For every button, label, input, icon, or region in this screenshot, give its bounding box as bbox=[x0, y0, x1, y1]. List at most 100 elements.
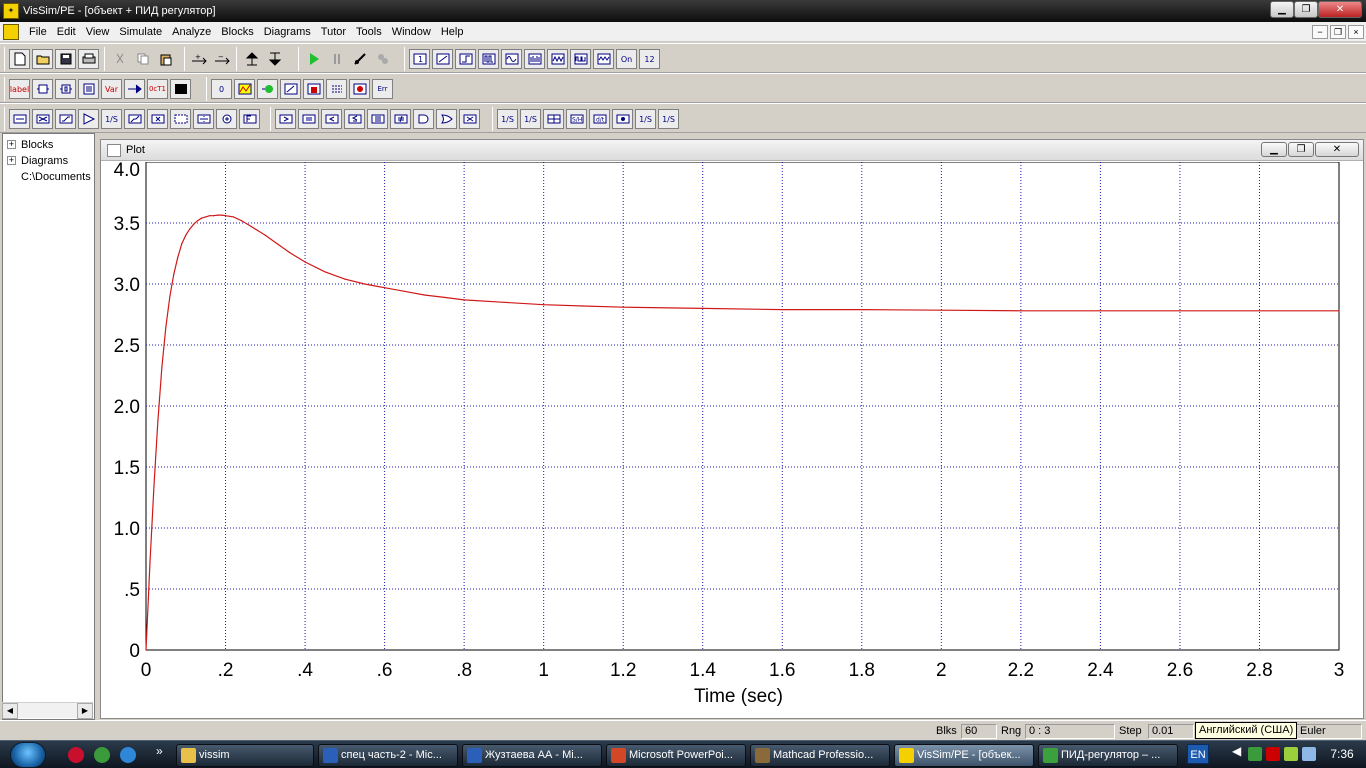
embed-block-icon[interactable] bbox=[55, 79, 76, 99]
align-up-icon[interactable] bbox=[241, 49, 262, 69]
block-pulse-icon[interactable] bbox=[478, 49, 499, 69]
oct-block-button[interactable]: 0cT1 bbox=[147, 79, 168, 99]
op-delay-icon[interactable] bbox=[170, 109, 191, 129]
table-block-icon[interactable] bbox=[326, 79, 347, 99]
taskbar-button-mathcad[interactable]: Mathcad Professio... bbox=[750, 744, 890, 767]
tree-item-documents[interactable]: C:\Documents bbox=[21, 169, 91, 184]
op-xor-icon[interactable] bbox=[459, 109, 480, 129]
run-simulation-icon[interactable] bbox=[303, 49, 324, 69]
ie-icon[interactable] bbox=[120, 747, 136, 763]
vissim-app-icon[interactable]: ✦ bbox=[3, 3, 19, 19]
taskbar-button-word-2[interactable]: Жузтаева АА - Mi... bbox=[462, 744, 602, 767]
new-file-button[interactable] bbox=[9, 49, 30, 69]
document-icon[interactable] bbox=[3, 23, 19, 40]
block-ramp-icon[interactable] bbox=[432, 49, 453, 69]
transfer-fn-icon[interactable]: 1/S bbox=[520, 109, 541, 129]
taskbar-button-vissim-folder[interactable]: vissim bbox=[176, 744, 314, 767]
response-chart[interactable]: 0 .2 .4 .6 .8 1 1.2 1.4 1.6 1.8 2 2.2 2.4 2.6 2.8 3 0 .5 1… bbox=[101, 162, 1363, 718]
block-square-wave-icon[interactable] bbox=[547, 49, 568, 69]
menu-file[interactable]: File bbox=[25, 22, 53, 42]
paste-icon[interactable] bbox=[155, 49, 176, 69]
menu-diagrams[interactable]: Diagrams bbox=[260, 22, 317, 42]
chrome-icon[interactable] bbox=[94, 747, 110, 763]
plot-close-button[interactable]: ✕ bbox=[1315, 142, 1359, 157]
menu-view[interactable]: View bbox=[82, 22, 116, 42]
mdi-close-button[interactable]: × bbox=[1348, 25, 1364, 39]
plot-restore-button[interactable]: ❐ bbox=[1288, 142, 1314, 157]
label-block-button[interactable]: label bbox=[9, 79, 30, 99]
tray-flag-icon[interactable] bbox=[1266, 747, 1280, 761]
open-file-button[interactable] bbox=[32, 49, 53, 69]
taskbar-button-pid[interactable]: ПИД-регулятор – ... bbox=[1038, 744, 1178, 767]
block-noise-icon[interactable] bbox=[524, 49, 545, 69]
block-triangle-icon[interactable] bbox=[593, 49, 614, 69]
meter-block-icon[interactable] bbox=[280, 79, 301, 99]
op-buffer-icon[interactable] bbox=[9, 109, 30, 129]
bar-block-icon[interactable] bbox=[303, 79, 324, 99]
plot-minimize-button[interactable]: ▁ bbox=[1261, 142, 1287, 157]
window-close-button[interactable]: ✕ bbox=[1318, 1, 1362, 18]
expand-icon[interactable]: + bbox=[7, 156, 16, 165]
add-input-icon[interactable]: + bbox=[189, 49, 210, 69]
pause-simulation-icon[interactable] bbox=[326, 49, 347, 69]
derivative-icon[interactable]: d/t bbox=[589, 109, 610, 129]
op-equal-equal-icon[interactable] bbox=[367, 109, 388, 129]
menu-simulate[interactable]: Simulate bbox=[115, 22, 168, 42]
tray-expand-icon[interactable]: ◀ bbox=[1232, 744, 1241, 758]
state-space-icon[interactable] bbox=[543, 109, 564, 129]
mdi-minimize-button[interactable]: − bbox=[1312, 25, 1328, 39]
op-less-equal-icon[interactable] bbox=[344, 109, 365, 129]
expression-block-icon[interactable] bbox=[78, 79, 99, 99]
compound-block-icon[interactable] bbox=[32, 79, 53, 99]
scroll-right-icon[interactable]: ▶ bbox=[77, 703, 93, 719]
tray-network-icon[interactable] bbox=[1248, 747, 1262, 761]
window-minimize-button[interactable]: ▁ bbox=[1270, 1, 1294, 18]
block-on-icon[interactable]: On bbox=[616, 49, 637, 69]
op-less-icon[interactable] bbox=[321, 109, 342, 129]
block-pwm-icon[interactable] bbox=[570, 49, 591, 69]
language-indicator[interactable]: EN bbox=[1187, 744, 1209, 764]
error-block-button[interactable]: Err bbox=[372, 79, 393, 99]
op-divide-icon[interactable] bbox=[193, 109, 214, 129]
menu-edit[interactable]: Edit bbox=[53, 22, 82, 42]
tray-volume-icon[interactable] bbox=[1302, 747, 1316, 761]
scroll-left-icon[interactable]: ◀ bbox=[2, 703, 18, 719]
expand-icon[interactable]: + bbox=[7, 140, 16, 149]
color-block-icon[interactable] bbox=[170, 79, 191, 99]
window-restore-button[interactable]: ❐ bbox=[1294, 1, 1318, 18]
block-display-icon[interactable]: 12 bbox=[639, 49, 660, 69]
menu-tutor[interactable]: Tutor bbox=[317, 22, 352, 42]
block-step-icon[interactable] bbox=[455, 49, 476, 69]
wire-block-icon[interactable] bbox=[124, 79, 145, 99]
op-multiplex-icon[interactable] bbox=[32, 109, 53, 129]
start-button[interactable] bbox=[10, 742, 46, 768]
variable-block-button[interactable]: Var bbox=[101, 79, 122, 99]
menu-analyze[interactable]: Analyze bbox=[168, 22, 217, 42]
tree-horizontal-scrollbar[interactable]: ◀ ▶ bbox=[2, 702, 93, 719]
menu-help[interactable]: Help bbox=[437, 22, 470, 42]
clock[interactable]: 7:36 bbox=[1322, 740, 1362, 768]
op-fcn-icon[interactable] bbox=[239, 109, 260, 129]
add-output-icon[interactable]: − bbox=[212, 49, 233, 69]
continue-icon[interactable] bbox=[372, 49, 393, 69]
plot-titlebar[interactable]: Plot ▁ ❐ ✕ bbox=[101, 140, 1363, 161]
op-deadband-icon[interactable] bbox=[124, 109, 145, 129]
print-button[interactable] bbox=[78, 49, 99, 69]
opera-icon[interactable] bbox=[68, 747, 84, 763]
tree-item-diagrams[interactable]: + Diagrams bbox=[7, 153, 68, 168]
op-gain-icon[interactable] bbox=[78, 109, 99, 129]
menu-window[interactable]: Window bbox=[388, 22, 437, 42]
copy-icon[interactable] bbox=[132, 49, 153, 69]
tree-item-blocks[interactable]: + Blocks bbox=[7, 137, 53, 152]
cut-icon[interactable] bbox=[109, 49, 130, 69]
op-summing-icon[interactable] bbox=[216, 109, 237, 129]
stop-block-icon[interactable] bbox=[349, 79, 370, 99]
discrete-icon[interactable] bbox=[612, 109, 633, 129]
integrator-icon[interactable]: 1/S bbox=[497, 109, 518, 129]
op-compare-icon[interactable] bbox=[275, 109, 296, 129]
op-and-icon[interactable] bbox=[413, 109, 434, 129]
quicklaunch-chevron[interactable]: » bbox=[156, 744, 163, 758]
menu-tools[interactable]: Tools bbox=[352, 22, 388, 42]
op-multiply-icon[interactable] bbox=[147, 109, 168, 129]
menu-blocks[interactable]: Blocks bbox=[217, 22, 259, 42]
